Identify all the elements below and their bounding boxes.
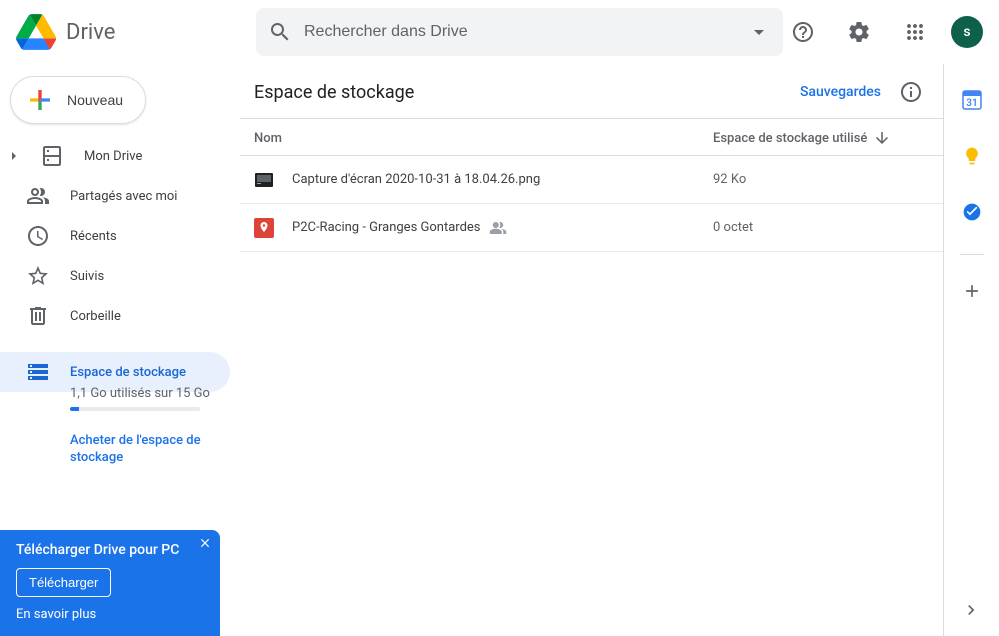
buy-storage-link[interactable]: Acheter de l'espace de stockage <box>70 433 216 467</box>
sidebar: Nouveau Mon Drive Partagés avec moi Réce… <box>0 64 240 636</box>
file-size: 92 Ko <box>713 172 923 187</box>
side-panel: 31 <box>943 64 999 636</box>
people-icon <box>26 184 50 208</box>
gear-icon <box>847 20 871 44</box>
promo-more-link[interactable]: En savoir plus <box>16 607 204 622</box>
help-icon <box>791 20 815 44</box>
file-name-text: P2C-Racing - Granges Gontardes <box>292 220 481 235</box>
file-type-image-icon <box>254 170 274 190</box>
storage-usage-text: 1,1 Go utilisés sur 15 Go <box>70 386 216 401</box>
trash-icon <box>26 304 50 328</box>
file-size: 0 octet <box>713 220 923 235</box>
svg-text:31: 31 <box>966 98 977 109</box>
info-icon <box>899 80 923 104</box>
close-icon <box>198 536 212 550</box>
storage-block: 1,1 Go utilisés sur 15 Go Acheter de l'e… <box>0 386 240 467</box>
new-button-label: Nouveau <box>67 92 123 108</box>
drive-logo-icon <box>16 12 56 52</box>
nav-label: Mon Drive <box>84 149 142 164</box>
page-title: Espace de stockage <box>254 82 414 103</box>
promo-close-button[interactable] <box>198 536 212 550</box>
column-header-row: Nom Espace de stockage utilisé <box>240 119 943 156</box>
file-name-text: Capture d'écran 2020-10-31 à 18.04.26.pn… <box>292 172 540 187</box>
nav-starred[interactable]: Suivis <box>0 256 230 296</box>
nav: Mon Drive Partagés avec moi Récents Suiv… <box>0 136 240 392</box>
product-name: Drive <box>66 20 115 45</box>
settings-button[interactable] <box>839 12 879 52</box>
backups-link[interactable]: Sauvegardes <box>800 84 881 100</box>
header: Drive s <box>0 0 999 64</box>
storage-bar-fill <box>70 407 79 411</box>
apps-grid-icon <box>903 20 927 44</box>
file-row[interactable]: Capture d'écran 2020-10-31 à 18.04.26.pn… <box>240 156 943 204</box>
tasks-app-button[interactable] <box>952 192 992 232</box>
body: Nouveau Mon Drive Partagés avec moi Réce… <box>0 64 999 636</box>
plus-icon <box>25 85 55 115</box>
nav-recent[interactable]: Récents <box>0 216 230 256</box>
nav-label: Corbeille <box>70 309 121 324</box>
arrow-down-icon <box>873 129 891 147</box>
plus-icon <box>962 281 982 301</box>
expand-triangle-icon[interactable] <box>8 151 20 161</box>
support-button[interactable] <box>783 12 823 52</box>
content: Espace de stockage Sauvegardes Nom Espac… <box>240 64 943 636</box>
new-button[interactable]: Nouveau <box>10 76 146 124</box>
chevron-right-icon <box>961 600 981 620</box>
search-options-dropdown[interactable] <box>747 20 771 44</box>
logo-section[interactable]: Drive <box>16 12 256 52</box>
avatar-letter: s <box>963 24 970 40</box>
file-name: P2C-Racing - Granges Gontardes <box>292 219 713 237</box>
star-icon <box>26 264 50 288</box>
page-header: Espace de stockage Sauvegardes <box>240 72 943 119</box>
nav-label: Récents <box>70 229 117 244</box>
nav-my-drive[interactable]: Mon Drive <box>0 136 230 176</box>
collapse-panel-button[interactable] <box>951 590 991 630</box>
apps-button[interactable] <box>895 12 935 52</box>
storage-icon <box>26 360 50 384</box>
keep-app-button[interactable] <box>952 136 992 176</box>
info-button[interactable] <box>899 80 923 104</box>
promo-download-button[interactable]: Télécharger <box>16 568 111 597</box>
nav-label: Espace de stockage <box>70 365 186 380</box>
column-storage-label: Espace de stockage utilisé <box>713 131 867 146</box>
column-name[interactable]: Nom <box>254 131 713 146</box>
add-addon-button[interactable] <box>952 271 992 311</box>
clock-icon <box>26 224 50 248</box>
search-bar[interactable] <box>256 8 783 56</box>
nav-label: Suivis <box>70 269 104 284</box>
nav-label: Partagés avec moi <box>70 189 177 204</box>
calendar-icon: 31 <box>962 90 982 110</box>
main: Espace de stockage Sauvegardes Nom Espac… <box>240 64 999 636</box>
calendar-app-button[interactable]: 31 <box>952 80 992 120</box>
search-icon <box>268 20 292 44</box>
search-input[interactable] <box>304 23 735 41</box>
nav-trash[interactable]: Corbeille <box>0 296 230 336</box>
shared-icon <box>489 219 507 237</box>
file-row[interactable]: P2C-Racing - Granges Gontardes 0 octet <box>240 204 943 252</box>
storage-bar <box>70 407 200 411</box>
promo-card: Télécharger Drive pour PC Télécharger En… <box>0 530 220 636</box>
account-avatar[interactable]: s <box>951 16 983 48</box>
column-storage[interactable]: Espace de stockage utilisé <box>713 129 923 147</box>
header-actions: s <box>783 12 991 52</box>
nav-shared[interactable]: Partagés avec moi <box>0 176 230 216</box>
caret-down-icon <box>754 30 764 35</box>
drive-icon <box>40 144 64 168</box>
file-name: Capture d'écran 2020-10-31 à 18.04.26.pn… <box>292 172 713 187</box>
promo-title: Télécharger Drive pour PC <box>16 542 204 558</box>
keep-icon <box>962 146 982 166</box>
file-type-map-icon <box>254 218 274 238</box>
tasks-icon <box>962 202 982 222</box>
page-actions: Sauvegardes <box>800 80 923 104</box>
